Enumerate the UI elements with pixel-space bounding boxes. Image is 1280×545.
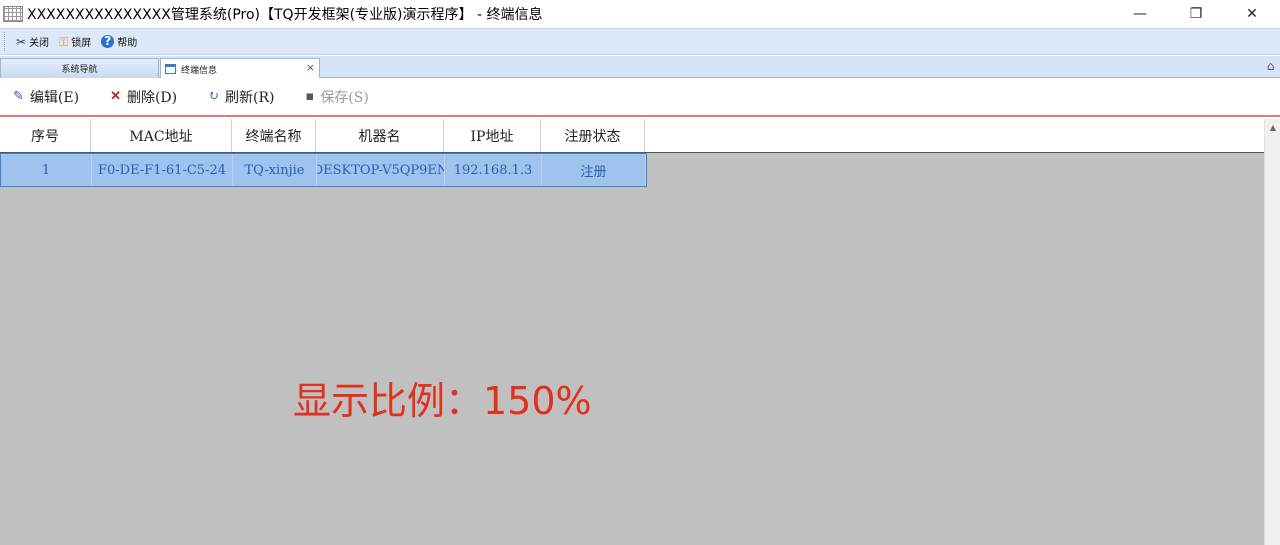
refresh-button[interactable]: ↻ 刷新(R) — [208, 87, 274, 107]
close-window-button[interactable]: ✕ — [1224, 0, 1280, 28]
tab-system-navigation[interactable]: 系统导航 — [0, 58, 159, 78]
column-header-ip[interactable]: IP地址 — [444, 119, 541, 152]
refresh-label: 刷新(R) — [225, 89, 275, 106]
refresh-icon: ↻ — [208, 89, 220, 104]
lock-screen-button[interactable]: ⚿ 锁屏 — [54, 32, 96, 52]
vertical-scrollbar[interactable]: ▲ — [1264, 119, 1280, 545]
column-header-status[interactable]: 注册状态 — [541, 119, 645, 152]
close-label: 关闭 — [29, 38, 50, 49]
tab-strip: 系统导航 终端信息 × — [0, 56, 1280, 79]
cell-mac[interactable]: F0-DE-F1-61-C5-24 — [92, 154, 233, 186]
tab-label: 终端信息 — [181, 65, 218, 76]
lock-label: 锁屏 — [71, 38, 92, 49]
column-header-terminal-name[interactable]: 终端名称 — [232, 119, 316, 152]
header-filler — [645, 119, 1264, 152]
cell-index[interactable]: 1 — [1, 154, 92, 186]
lock-icon: ⚿ — [59, 34, 69, 49]
window-icon — [165, 64, 176, 74]
save-button[interactable]: ▪ 保存(S) — [306, 87, 369, 107]
close-button[interactable]: ✂ 关闭 — [11, 32, 54, 52]
edit-label: 编辑(E) — [29, 89, 80, 106]
save-icon: ▪ — [305, 89, 315, 104]
column-header-machine-name[interactable]: 机器名 — [316, 119, 444, 152]
zoom-annotation: 显示比例：150% — [293, 379, 592, 423]
home-icon[interactable]: ⌂ — [1264, 60, 1277, 73]
cell-ip[interactable]: 192.168.1.3 — [445, 154, 542, 186]
grid-header: 序号 MAC地址 终端名称 机器名 IP地址 注册状态 — [0, 119, 1264, 153]
restore-button[interactable]: ❐ — [1168, 0, 1224, 28]
main-toolbar: ✂ 关闭 ⚿ 锁屏 ? 帮助 — [0, 28, 1280, 55]
terminal-grid: 序号 MAC地址 终端名称 机器名 IP地址 注册状态 1 F0-DE-F1-6… — [0, 119, 1264, 545]
tab-label: 系统导航 — [61, 65, 98, 75]
column-header-index[interactable]: 序号 — [0, 119, 91, 152]
close-tools-icon: ✂ — [16, 34, 27, 49]
window-title: XXXXXXXXXXXXXXX管理系统(Pro)【TQ开发框架(专业版)演示程序… — [27, 7, 543, 23]
window-controls: — ❐ ✕ — [1112, 0, 1280, 28]
column-header-mac[interactable]: MAC地址 — [91, 119, 232, 152]
delete-icon: ✕ — [110, 89, 121, 104]
help-button[interactable]: ? 帮助 — [96, 32, 142, 52]
help-label: 帮助 — [117, 38, 138, 49]
help-icon: ? — [101, 35, 115, 48]
action-bar: ✎ 编辑(E) ✕ 删除(D) ↻ 刷新(R) ▪ 保存(S) — [0, 78, 1280, 117]
title-bar: XXXXXXXXXXXXXXX管理系统(Pro)【TQ开发框架(专业版)演示程序… — [0, 0, 1280, 28]
cell-machine-name[interactable]: DESKTOP-V5QP9EN — [317, 154, 445, 186]
cell-status[interactable]: 注册 — [542, 154, 646, 186]
tab-terminal-info[interactable]: 终端信息 × — [160, 58, 320, 79]
delete-button[interactable]: ✕ 删除(D) — [110, 87, 177, 107]
minimize-button[interactable]: — — [1112, 0, 1168, 28]
app-grid-icon — [3, 6, 23, 22]
delete-label: 删除(D) — [126, 89, 178, 106]
edit-button[interactable]: ✎ 编辑(E) — [13, 87, 79, 107]
scroll-up-arrow-icon[interactable]: ▲ — [1265, 119, 1280, 135]
table-row[interactable]: 1 F0-DE-F1-61-C5-24 TQ-xinjie DESKTOP-V5… — [0, 153, 647, 187]
edit-icon: ✎ — [13, 89, 24, 104]
cell-terminal-name[interactable]: TQ-xinjie — [233, 154, 317, 186]
save-label: 保存(S) — [320, 89, 369, 106]
tab-close-icon[interactable]: × — [306, 61, 315, 74]
toolbar-grip[interactable] — [4, 32, 7, 51]
